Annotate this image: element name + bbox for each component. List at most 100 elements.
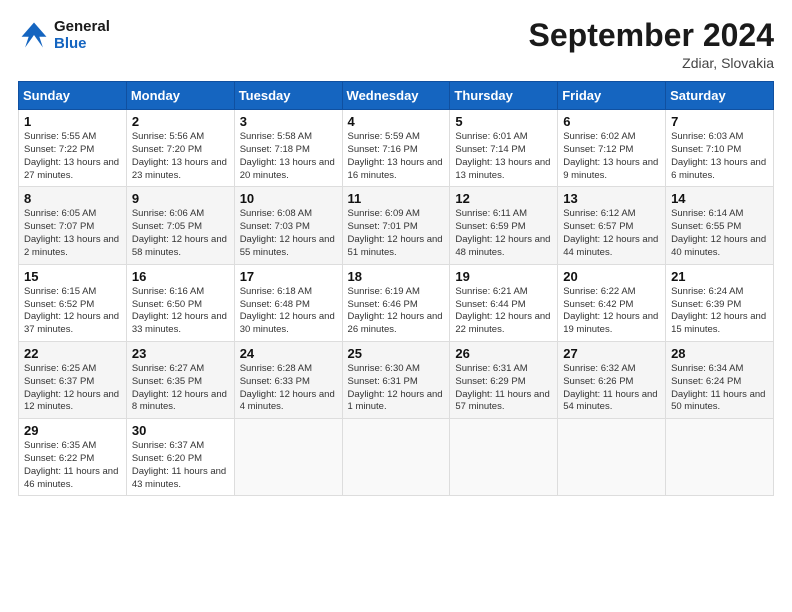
calendar-cell-empty: [558, 419, 666, 496]
weekday-header-row: SundayMondayTuesdayWednesdayThursdayFrid…: [19, 82, 774, 110]
cell-info: Sunrise: 6:14 AMSunset: 6:55 PMDaylight:…: [671, 208, 766, 257]
header: General Blue September 2024 Zdiar, Slova…: [18, 18, 774, 71]
calendar-cell-2: 2 Sunrise: 5:56 AMSunset: 7:20 PMDaylight…: [126, 110, 234, 187]
day-number: 25: [348, 346, 445, 361]
calendar-table: SundayMondayTuesdayWednesdayThursdayFrid…: [18, 81, 774, 496]
cell-info: Sunrise: 6:28 AMSunset: 6:33 PMDaylight:…: [240, 363, 335, 412]
location: Zdiar, Slovakia: [529, 55, 774, 71]
cell-info: Sunrise: 6:25 AMSunset: 6:37 PMDaylight:…: [24, 363, 119, 412]
cell-info: Sunrise: 6:31 AMSunset: 6:29 PMDaylight:…: [455, 363, 549, 412]
weekday-header-thursday: Thursday: [450, 82, 558, 110]
day-number: 6: [563, 114, 660, 129]
day-number: 23: [132, 346, 229, 361]
calendar-page: General Blue September 2024 Zdiar, Slova…: [0, 0, 792, 612]
day-number: 21: [671, 269, 768, 284]
day-number: 12: [455, 191, 552, 206]
calendar-cell-24: 24Sunrise: 6:28 AMSunset: 6:33 PMDayligh…: [234, 341, 342, 418]
cell-info: Sunrise: 5:55 AMSunset: 7:22 PMDaylight:…: [24, 131, 119, 180]
day-number: 18: [348, 269, 445, 284]
cell-info: Sunrise: 6:18 AMSunset: 6:48 PMDaylight:…: [240, 286, 335, 335]
calendar-cell-12: 12 Sunrise: 6:11 AMSunset: 6:59 PMDayligh…: [450, 187, 558, 264]
calendar-cell-14: 14 Sunrise: 6:14 AMSunset: 6:55 PMDayligh…: [666, 187, 774, 264]
day-number: 20: [563, 269, 660, 284]
day-number: 9: [132, 191, 229, 206]
calendar-cell-28: 28Sunrise: 6:34 AMSunset: 6:24 PMDayligh…: [666, 341, 774, 418]
weekday-header-wednesday: Wednesday: [342, 82, 450, 110]
calendar-cell-18: 18 Sunrise: 6:19 AMSunset: 6:46 PMDayligh…: [342, 264, 450, 341]
cell-info: Sunrise: 6:03 AMSunset: 7:10 PMDaylight:…: [671, 131, 766, 180]
day-number: 11: [348, 191, 445, 206]
cell-info: Sunrise: 6:12 AMSunset: 6:57 PMDaylight:…: [563, 208, 658, 257]
calendar-cell-25: 25Sunrise: 6:30 AMSunset: 6:31 PMDayligh…: [342, 341, 450, 418]
cell-info: Sunrise: 6:34 AMSunset: 6:24 PMDaylight:…: [671, 363, 765, 412]
cell-info: Sunrise: 5:56 AMSunset: 7:20 PMDaylight:…: [132, 131, 227, 180]
cell-info: Sunrise: 6:19 AMSunset: 6:46 PMDaylight:…: [348, 286, 443, 335]
cell-info: Sunrise: 5:58 AMSunset: 7:18 PMDaylight:…: [240, 131, 335, 180]
weekday-header-tuesday: Tuesday: [234, 82, 342, 110]
cell-info: Sunrise: 6:05 AMSunset: 7:07 PMDaylight:…: [24, 208, 119, 257]
calendar-cell-17: 17 Sunrise: 6:18 AMSunset: 6:48 PMDayligh…: [234, 264, 342, 341]
calendar-week-3: 15 Sunrise: 6:15 AMSunset: 6:52 PMDayligh…: [19, 264, 774, 341]
day-number: 14: [671, 191, 768, 206]
day-number: 13: [563, 191, 660, 206]
cell-info: Sunrise: 6:24 AMSunset: 6:39 PMDaylight:…: [671, 286, 766, 335]
cell-info: Sunrise: 6:09 AMSunset: 7:01 PMDaylight:…: [348, 208, 443, 257]
logo-text: General Blue: [54, 18, 110, 52]
calendar-cell-empty: [342, 419, 450, 496]
calendar-cell-16: 16Sunrise: 6:16 AMSunset: 6:50 PMDayligh…: [126, 264, 234, 341]
day-number: 7: [671, 114, 768, 129]
calendar-week-5: 29 Sunrise: 6:35 AMSunset: 6:22 PMDayligh…: [19, 419, 774, 496]
calendar-cell-26: 26 Sunrise: 6:31 AMSunset: 6:29 PMDayligh…: [450, 341, 558, 418]
weekday-header-monday: Monday: [126, 82, 234, 110]
cell-info: Sunrise: 6:15 AMSunset: 6:52 PMDaylight:…: [24, 286, 119, 335]
cell-info: Sunrise: 6:22 AMSunset: 6:42 PMDaylight:…: [563, 286, 658, 335]
calendar-cell-13: 13 Sunrise: 6:12 AMSunset: 6:57 PMDayligh…: [558, 187, 666, 264]
calendar-cell-30: 30Sunrise: 6:37 AMSunset: 6:20 PMDayligh…: [126, 419, 234, 496]
calendar-cell-7: 7 Sunrise: 6:03 AMSunset: 7:10 PMDaylight…: [666, 110, 774, 187]
calendar-cell-3: 3Sunrise: 5:58 AMSunset: 7:18 PMDaylight…: [234, 110, 342, 187]
calendar-cell-15: 15 Sunrise: 6:15 AMSunset: 6:52 PMDayligh…: [19, 264, 127, 341]
day-number: 5: [455, 114, 552, 129]
calendar-cell-empty: [234, 419, 342, 496]
calendar-cell-empty: [450, 419, 558, 496]
calendar-week-1: 1 Sunrise: 5:55 AMSunset: 7:22 PMDaylight…: [19, 110, 774, 187]
day-number: 10: [240, 191, 337, 206]
cell-info: Sunrise: 6:16 AMSunset: 6:50 PMDaylight:…: [132, 286, 227, 335]
cell-info: Sunrise: 5:59 AMSunset: 7:16 PMDaylight:…: [348, 131, 443, 180]
cell-info: Sunrise: 6:37 AMSunset: 6:20 PMDaylight:…: [132, 440, 226, 489]
calendar-cell-20: 20 Sunrise: 6:22 AMSunset: 6:42 PMDayligh…: [558, 264, 666, 341]
cell-info: Sunrise: 6:02 AMSunset: 7:12 PMDaylight:…: [563, 131, 658, 180]
title-block: September 2024 Zdiar, Slovakia: [529, 18, 774, 71]
calendar-cell-9: 9 Sunrise: 6:06 AMSunset: 7:05 PMDaylight…: [126, 187, 234, 264]
cell-info: Sunrise: 6:21 AMSunset: 6:44 PMDaylight:…: [455, 286, 550, 335]
cell-info: Sunrise: 6:01 AMSunset: 7:14 PMDaylight:…: [455, 131, 550, 180]
cell-info: Sunrise: 6:11 AMSunset: 6:59 PMDaylight:…: [455, 208, 550, 257]
calendar-cell-29: 29 Sunrise: 6:35 AMSunset: 6:22 PMDayligh…: [19, 419, 127, 496]
day-number: 1: [24, 114, 121, 129]
day-number: 2: [132, 114, 229, 129]
calendar-cell-6: 6 Sunrise: 6:02 AMSunset: 7:12 PMDaylight…: [558, 110, 666, 187]
day-number: 17: [240, 269, 337, 284]
calendar-cell-10: 10 Sunrise: 6:08 AMSunset: 7:03 PMDayligh…: [234, 187, 342, 264]
cell-info: Sunrise: 6:35 AMSunset: 6:22 PMDaylight:…: [24, 440, 118, 489]
calendar-cell-5: 5 Sunrise: 6:01 AMSunset: 7:14 PMDaylight…: [450, 110, 558, 187]
cell-info: Sunrise: 6:08 AMSunset: 7:03 PMDaylight:…: [240, 208, 335, 257]
calendar-cell-1: 1 Sunrise: 5:55 AMSunset: 7:22 PMDaylight…: [19, 110, 127, 187]
calendar-week-2: 8Sunrise: 6:05 AMSunset: 7:07 PMDaylight…: [19, 187, 774, 264]
cell-info: Sunrise: 6:27 AMSunset: 6:35 PMDaylight:…: [132, 363, 227, 412]
month-title: September 2024: [529, 18, 774, 53]
calendar-cell-4: 4 Sunrise: 5:59 AMSunset: 7:16 PMDaylight…: [342, 110, 450, 187]
day-number: 4: [348, 114, 445, 129]
calendar-cell-22: 22Sunrise: 6:25 AMSunset: 6:37 PMDayligh…: [19, 341, 127, 418]
cell-info: Sunrise: 6:32 AMSunset: 6:26 PMDaylight:…: [563, 363, 657, 412]
weekday-header-sunday: Sunday: [19, 82, 127, 110]
calendar-cell-19: 19Sunrise: 6:21 AMSunset: 6:44 PMDayligh…: [450, 264, 558, 341]
calendar-week-4: 22Sunrise: 6:25 AMSunset: 6:37 PMDayligh…: [19, 341, 774, 418]
day-number: 26: [455, 346, 552, 361]
logo: General Blue: [18, 18, 110, 52]
weekday-header-friday: Friday: [558, 82, 666, 110]
day-number: 29: [24, 423, 121, 438]
day-number: 15: [24, 269, 121, 284]
day-number: 27: [563, 346, 660, 361]
cell-info: Sunrise: 6:06 AMSunset: 7:05 PMDaylight:…: [132, 208, 227, 257]
